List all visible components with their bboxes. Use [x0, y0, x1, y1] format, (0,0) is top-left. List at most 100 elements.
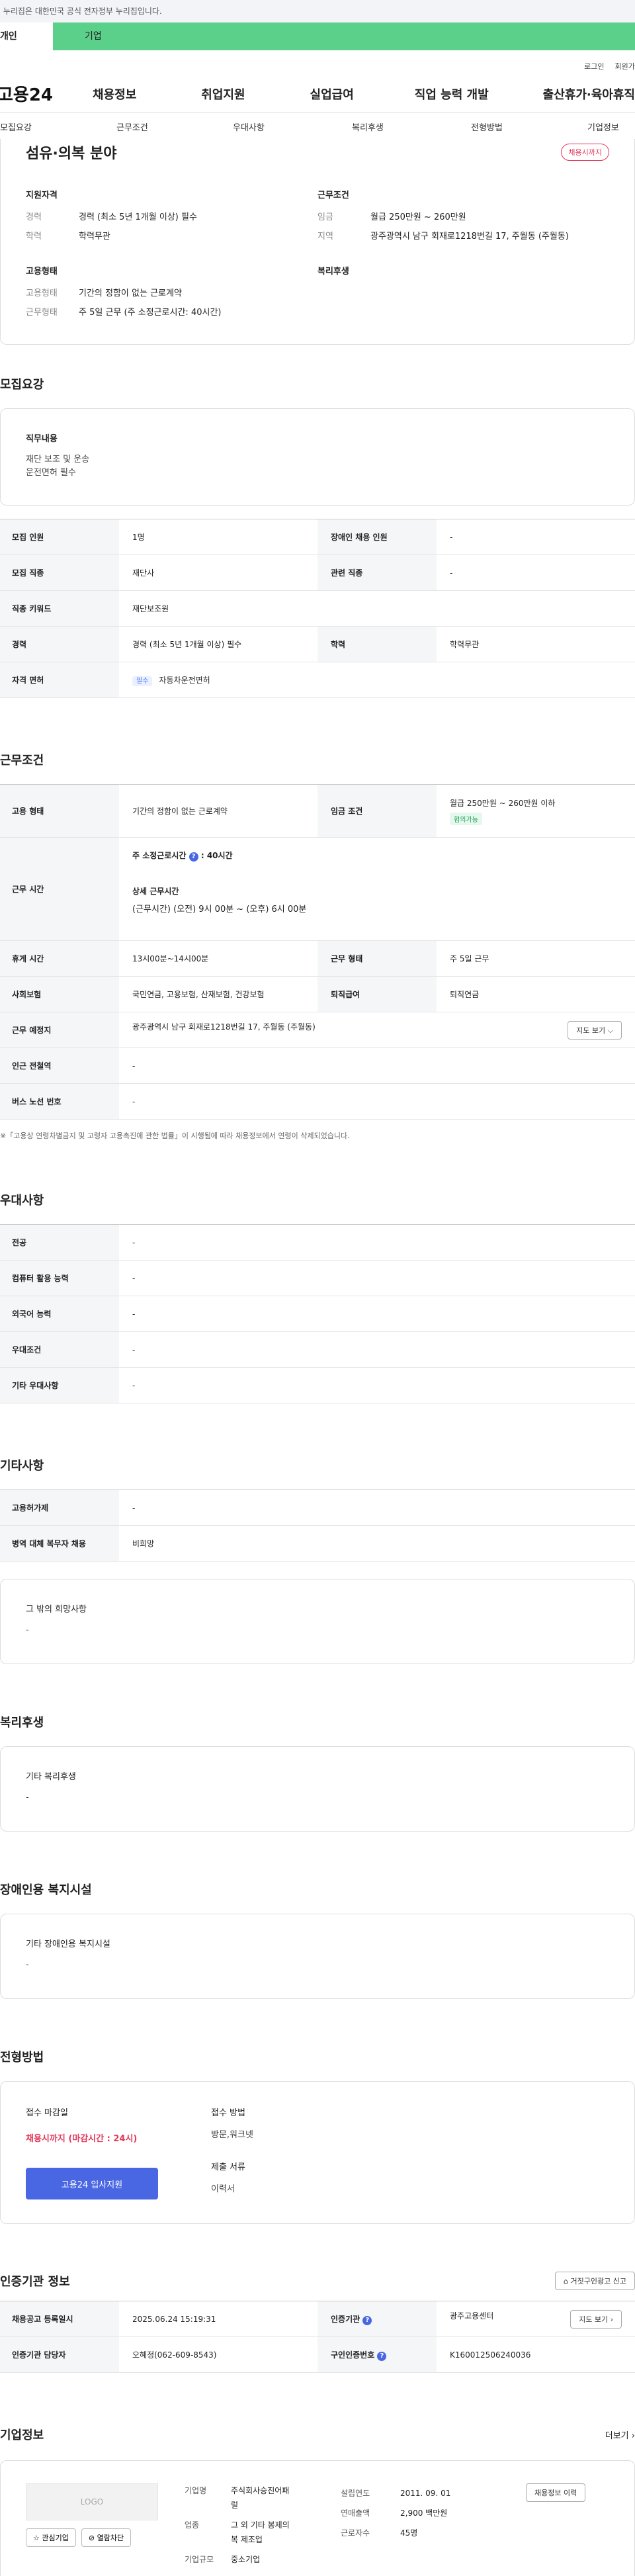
history-button[interactable]: 채용정보 이력 — [526, 2483, 586, 2502]
job-title: 섬유·의복 분야 — [26, 146, 117, 162]
row-value: 주 소정근로시간 ? : 40시간 상세 근무시간 (근무시간) (오전) 9시… — [119, 837, 635, 941]
map-button-label: 지도 보기 — [579, 2315, 609, 2324]
table-row: 컴퓨터 활용 능력 - — [0, 1260, 635, 1296]
gnb-menu-leave[interactable]: 출산휴가·육아휴직 — [543, 85, 635, 103]
label: 기업규모 — [185, 2555, 214, 2564]
value: 중소기업 — [231, 2555, 261, 2564]
subnav-recruit[interactable]: 모집요강 — [0, 120, 116, 133]
agency-value: 광주고용센터 — [450, 2311, 494, 2321]
status-badge: 채용시까지 — [561, 144, 609, 161]
interest-button[interactable]: ☆ 관심기업 — [26, 2528, 76, 2547]
company-info-right: 설립연도 2011. 09. 01 연매출액 2,900 백만원 근로자수 45명 — [341, 2483, 486, 2567]
row-value: 국민연금, 고용보험, 산재보험, 건강보험 — [119, 976, 318, 1012]
table-row: 인증기관 담당자 오혜정(062-609-8543) 구인인증번호 ? K160… — [0, 2336, 635, 2373]
row-label: 전공 — [0, 1224, 119, 1261]
top-tabbar: 개인 기업 — [0, 22, 635, 50]
table-row: 자격 면허 필수 자동차운전면허 — [0, 662, 635, 698]
subnav-process[interactable]: 전형방법 — [471, 120, 587, 133]
required-tag: 필수 — [132, 676, 153, 686]
gnb-menu-jobs[interactable]: 채용정보 — [93, 85, 136, 103]
gnb-menu-support[interactable]: 취업지원 — [201, 85, 245, 103]
row-label: 고용 형태 — [0, 784, 119, 838]
label: 학력 — [26, 232, 42, 242]
value: 그 외 기타 봉제의 복 제조업 — [231, 2518, 290, 2547]
weekly-hours-label: 주 소정근로시간 — [132, 851, 187, 860]
etc-table: 고용허가제 - 병역 대체 복무자 채용 비희망 — [0, 1489, 635, 1562]
row-value: 주 5일 근무 — [437, 940, 635, 977]
etc-section-title: 기타사항 — [0, 1459, 44, 1473]
summary-welfare: 복리후생 — [318, 264, 609, 324]
utility-links: 로그인 회원가입 — [0, 57, 635, 75]
row-value: - — [119, 1367, 635, 1403]
join-link[interactable]: 회원가입 — [615, 61, 635, 71]
tab-company[interactable]: 기업 — [69, 22, 102, 50]
negotiable-tag: 협의가능 — [450, 812, 482, 825]
subnav-welfare[interactable]: 복리후생 — [352, 120, 471, 133]
row-value: 재단보조원 — [119, 590, 635, 627]
deadline-block: 접수 마감일 채용시까지 (마감시간 : 24시) 고용24 입사지원 — [26, 2106, 158, 2199]
row-value: 1명 — [119, 519, 318, 555]
report-button[interactable]: ⌂ 거짓구인광고 신고 — [555, 2272, 635, 2290]
agency-label: 인증기관 — [331, 2314, 360, 2324]
row-value: - — [119, 1083, 635, 1120]
row-value: 월급 250만원 ~ 260만원 이하 협의가능 — [437, 784, 635, 838]
process-box: 접수 마감일 채용시까지 (마감시간 : 24시) 고용24 입사지원 접수 방… — [0, 2081, 635, 2224]
label: 경력 — [26, 212, 42, 222]
row-label: 근무 시간 — [0, 837, 119, 941]
value: 학력무관 — [79, 232, 110, 242]
duty-title: 직무내용 — [26, 434, 58, 444]
conditions-section-title: 근무조건 — [0, 754, 44, 768]
star-icon: ☆ — [33, 2534, 40, 2542]
row-label: 채용공고 등록일시 — [0, 2301, 119, 2337]
process-section-title: 전형방법 — [0, 2051, 44, 2065]
row-value: 광주광역시 남구 회재로1218번길 17, 주월동 (주월동) 지도 보기 ⌵ — [119, 1012, 635, 1048]
site-logo[interactable]: 고용24 — [0, 81, 54, 106]
row-label: 인근 전철역 — [0, 1047, 119, 1084]
disabled-box-title: 기타 장애인용 복지시설 — [26, 1939, 110, 1949]
row-value: - — [437, 555, 635, 591]
duty-box: 직무내용 재단 보조 및 운송 운전면허 필수 — [0, 408, 635, 506]
agency-map-button[interactable]: 지도 보기 › — [570, 2309, 622, 2329]
company-logo-block: LOGO ☆ 관심기업 ⊘ 열람차단 — [26, 2483, 158, 2567]
disabled-box: 기타 장애인용 복지시설 - — [0, 1914, 635, 1999]
value: 경력 (최소 5년 1개월 이상) 필수 — [79, 212, 197, 222]
info-icon[interactable]: ? — [362, 2315, 372, 2325]
row-label: 기타 우대사항 — [0, 1367, 119, 1403]
page-title: 섬유·의복 분야 채용시까지 — [26, 142, 609, 163]
employment-heading: 고용형태 — [26, 267, 58, 277]
map-button[interactable]: 지도 보기 ⌵ — [568, 1020, 622, 1040]
apply-button[interactable]: 고용24 입사지원 — [26, 2168, 158, 2199]
login-link[interactable]: 로그인 — [584, 61, 604, 71]
row-value: - — [119, 1296, 635, 1332]
row-label: 경력 — [0, 626, 119, 662]
subnav-preference[interactable]: 우대사항 — [233, 120, 352, 133]
row-value: K160012506240036 — [437, 2336, 635, 2373]
subnav-conditions[interactable]: 근무조건 — [116, 120, 233, 133]
welfare-box-title: 기타 복리후생 — [26, 1772, 76, 1782]
info-icon[interactable]: ? — [189, 852, 198, 862]
row-value: 13시00분~14시00분 — [119, 940, 318, 977]
recruit-table: 모집 인원 1명 장애인 채용 인원 - 모집 직종 재단사 관련 직종 - 직… — [0, 519, 635, 698]
block-button[interactable]: ⊘ 열람차단 — [81, 2528, 132, 2547]
home-icon: ⌂ — [564, 2277, 569, 2286]
company-info-left: 기업명 주식회사승진어패 럴 업종 그 외 기타 봉제의 복 제조업 기업규모 중소기업 — [185, 2483, 330, 2567]
label: 근로자수 — [341, 2528, 370, 2538]
block-icon: ⊘ — [88, 2534, 95, 2542]
other-wishes-title: 그 밖의 희망사항 — [26, 1605, 87, 1615]
industry-line: 복 제조업 — [231, 2535, 263, 2544]
gnb-menu-benefits[interactable]: 실업급여 — [310, 85, 354, 103]
row-value: - — [119, 1047, 635, 1084]
method-title: 접수 방법 — [211, 2108, 245, 2118]
subnav-company[interactable]: 기업정보 — [587, 120, 619, 133]
row-label: 근무 예정지 — [0, 1012, 119, 1048]
tab-personal[interactable]: 개인 — [0, 22, 53, 50]
label: 고용형태 — [26, 289, 58, 298]
duty-line: 재단 보조 및 운송 — [26, 455, 90, 465]
table-row: 근무 예정지 광주광역시 남구 회재로1218번길 17, 주월동 (주월동) 지… — [0, 1012, 635, 1048]
value: 2011. 09. 01 — [400, 2489, 451, 2498]
info-icon[interactable]: ? — [377, 2351, 387, 2361]
gnb-menu-training[interactable]: 직업 능력 개발 — [415, 85, 489, 103]
more-link[interactable]: 더보기 › — [605, 2428, 635, 2441]
row-label: 관련 직종 — [318, 555, 437, 591]
welfare-heading: 복리후생 — [318, 267, 349, 277]
